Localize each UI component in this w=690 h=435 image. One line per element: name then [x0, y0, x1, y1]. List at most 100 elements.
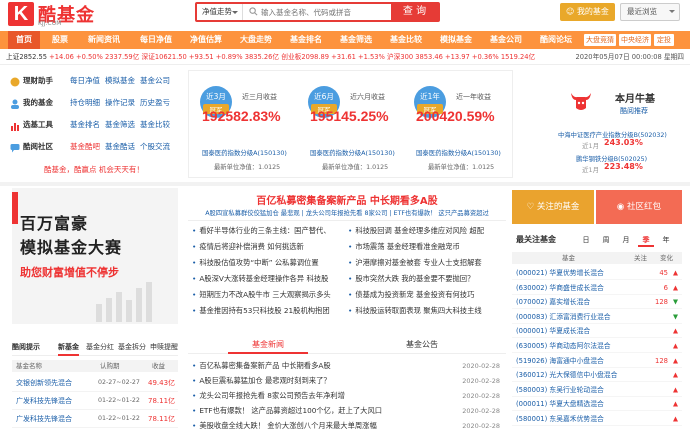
menu-link-daily-nav[interactable]: 每日净值: [70, 74, 100, 88]
tab-new-fund[interactable]: 新基金: [58, 340, 79, 356]
nav-item-simulate[interactable]: 模拟基金: [434, 31, 478, 49]
menu-link-companies[interactable]: 基金公司: [140, 74, 170, 88]
champion-1y[interactable]: 近1年 冠军 近一年收益 200420.59% 国泰医药指数分级A(150130)…: [406, 82, 516, 177]
rank-fund-name[interactable]: (360012) 光大保德信中小盘混合: [516, 368, 617, 382]
tab-fund-notice[interactable]: 基金公告: [382, 338, 462, 352]
menu-link-records[interactable]: 操作记录: [105, 96, 135, 110]
table-row[interactable]: 广发科技先锋混合 01-22~01-22 78.11亿: [12, 410, 178, 428]
rank-fund-name[interactable]: (000011) 华夏大盘精选混合: [516, 397, 604, 411]
news-row[interactable]: 百亿私募密集备案新产品 中长期看多A股 2020-02-28: [188, 359, 506, 373]
red-packet-button[interactable]: ◉ 社区红包: [596, 190, 682, 224]
news-row-title[interactable]: A股巨震私募猛加仓 最悲观时刻到来了？: [192, 374, 330, 388]
tab-split[interactable]: 基金拆分: [118, 340, 146, 354]
period-month[interactable]: 月: [618, 233, 634, 247]
search-input[interactable]: [261, 5, 371, 19]
rank-row[interactable]: (000001) 华夏成长混合: [512, 324, 682, 339]
news-row[interactable]: A股巨震私募猛加仓 最悲观时刻到来了？ 2020-02-28: [188, 374, 506, 388]
nav-item-home[interactable]: 首页: [8, 31, 40, 49]
news-row[interactable]: 美股收盘全线大跌！ 金价大涨创八个月来最大单周涨幅 2020-02-28: [188, 419, 506, 433]
rank-row[interactable]: (000083) 汇添富消费行业混合: [512, 310, 682, 324]
rank-fund-name[interactable]: (580003) 东吴行业轮动混合: [516, 383, 604, 397]
period-week[interactable]: 周: [598, 233, 614, 247]
rank-row[interactable]: (580001) 东吴嘉禾优势混合: [512, 412, 682, 426]
news-link[interactable]: 科技股运转取面表现 聚焦四大科技主线: [348, 306, 504, 316]
news-row-title[interactable]: ETF也有爆款！ 这产品募资超过100个亿，赶上了大风口: [192, 404, 382, 418]
site-logo[interactable]: K 酷基金 KJJ.COM: [8, 2, 108, 28]
menu-link-talk[interactable]: 基金酷话: [105, 140, 135, 154]
nav-item-estimate[interactable]: 净值估算: [184, 31, 228, 49]
rank-row[interactable]: (360012) 光大保德信中小盘混合: [512, 368, 682, 383]
rank-fund-name[interactable]: (630002) 华商盛世成长混合: [516, 281, 604, 295]
tab-fund-news[interactable]: 基金新闻: [228, 338, 308, 354]
news-link[interactable]: 股市突然大跌 我的基金要不要抛回？: [348, 274, 504, 284]
rank-row[interactable]: (519026) 海富通中小盘混合 128: [512, 354, 682, 368]
followed-funds-button[interactable]: ♡ 关注的基金: [512, 190, 594, 224]
menu-link-filter[interactable]: 基金筛选: [105, 118, 135, 132]
news-link[interactable]: A股深V大涨转基金经理操作各异 科技股: [192, 274, 342, 284]
news-link[interactable]: 科技股回调 基金经理多维应对风险 超配: [348, 226, 504, 236]
stat-fund[interactable]: 国泰医药指数分级A(150130): [310, 148, 395, 157]
rank-row[interactable]: (630002) 华商盛世成长混合 6: [512, 281, 682, 295]
nav-item-companies[interactable]: 基金公司: [484, 31, 528, 49]
menu-link-holdings[interactable]: 持仓明细: [70, 96, 100, 110]
nav-item-market[interactable]: 大盘走势: [234, 31, 278, 49]
search-button[interactable]: 查 询: [391, 4, 438, 20]
stat-fund[interactable]: 国泰医药指数分级A(150130): [202, 148, 287, 157]
menu-link-simulate[interactable]: 模拟基金: [105, 74, 135, 88]
economy-button[interactable]: 中央经济: [619, 34, 651, 46]
headline[interactable]: 百亿私募密集备案新产品 中长期看多A股: [188, 192, 506, 207]
news-link[interactable]: 看好半导体行业的三条主线：国产替代、: [192, 226, 342, 236]
nav-item-forum[interactable]: 酷阅论坛: [534, 31, 578, 49]
champion-6m[interactable]: 近6月 冠军 近六月收益 195145.25% 国泰医药指数分级A(150130)…: [300, 82, 410, 177]
news-link[interactable]: 科技股估值攻势“中断” 公私募调位置: [192, 258, 342, 268]
nav-item-daily-nav[interactable]: 每日净值: [134, 31, 178, 49]
rank-fund-name[interactable]: (630005) 华商动态阿尔法混合: [516, 339, 611, 353]
rank-fund-name[interactable]: (580001) 东吴嘉禾优势混合: [516, 412, 604, 426]
nav-item-compare[interactable]: 基金比较: [384, 31, 428, 49]
champion-3m[interactable]: 近3月 冠军 近三月收益 192582.83% 国泰医药指数分级A(150130)…: [192, 82, 302, 177]
row-name[interactable]: 广发科技先锋混合: [16, 392, 72, 410]
menu-link-stock-chat[interactable]: 个股交流: [140, 140, 170, 154]
menu-link-forum[interactable]: 基金酷吧: [70, 140, 100, 154]
news-link[interactable]: 短期压力不改A股牛市 三大观察揭示多头: [192, 290, 342, 300]
rank-row[interactable]: (630005) 华商动态阿尔法混合: [512, 339, 682, 353]
news-row-title[interactable]: 龙头公司年报抢先看 8家公司预告去年净利增: [192, 389, 345, 403]
rank-row[interactable]: (000021) 华夏优势增长混合 45: [512, 266, 682, 280]
news-link[interactable]: 市场震荡 基金经理看准金融宠币: [348, 242, 504, 252]
row-name[interactable]: 广发科技先锋混合: [16, 410, 72, 428]
rank-fund-name[interactable]: (000001) 华夏成长混合: [516, 324, 590, 338]
rank-fund-name[interactable]: (000083) 汇添富消费行业混合: [516, 310, 611, 324]
tab-dividend[interactable]: 基金分红: [86, 340, 114, 354]
menu-link-history[interactable]: 历史盈亏: [140, 96, 170, 110]
quiz-button[interactable]: 大盘竞猜: [584, 34, 616, 46]
rank-fund-name[interactable]: (000021) 华夏优势增长混合: [516, 266, 604, 280]
news-link[interactable]: 债基成为投资新宠 基金投资有何技巧: [348, 290, 504, 300]
menu-link-ranking[interactable]: 基金排名: [70, 118, 100, 132]
nav-item-stocks[interactable]: 股票: [46, 31, 74, 49]
menu-link-compare[interactable]: 基金比较: [140, 118, 170, 132]
auto-invest-button[interactable]: 定投: [654, 34, 674, 46]
rank-row[interactable]: (000011) 华夏大盘精选混合: [512, 397, 682, 412]
news-link[interactable]: 沪港摩擦对基金被套 专业人士支招解套: [348, 258, 504, 268]
tab-redeem[interactable]: 申赎提醒: [150, 340, 178, 354]
news-row-title[interactable]: 百亿私募密集备案新产品 中长期看多A股: [192, 359, 330, 373]
stat-fund[interactable]: 国泰医药指数分级A(150130): [416, 148, 501, 157]
table-row[interactable]: 交银创新领先混合 02-27~02-27 49.43亿: [12, 374, 178, 392]
my-fund-button[interactable]: ☺ 我的基金: [560, 3, 615, 21]
news-link[interactable]: 疫情后将迎补偿消费 如何挑选新: [192, 242, 342, 252]
news-row[interactable]: 龙头公司年报抢先看 8家公司预告去年净利增 2020-02-28: [188, 389, 506, 403]
period-quarter[interactable]: 季: [638, 233, 654, 247]
period-year[interactable]: 年: [658, 233, 674, 247]
rank-row[interactable]: (580003) 东吴行业轮动混合: [512, 383, 682, 397]
rank-row[interactable]: (070002) 嘉实增长混合 128: [512, 295, 682, 310]
nav-item-ranking[interactable]: 基金排名: [284, 31, 328, 49]
search-type-select[interactable]: 净值走势: [197, 4, 243, 20]
recent-dropdown[interactable]: 最近浏览: [620, 3, 680, 21]
nav-item-filter[interactable]: 基金筛选: [334, 31, 378, 49]
rank-fund-name[interactable]: (519026) 海富通中小盘混合: [516, 354, 604, 368]
news-link[interactable]: 基金推因持有53只科技股 21股机构抱团: [192, 306, 342, 316]
news-row-title[interactable]: 美股收盘全线大跌！ 金价大涨创八个月来最大单周涨幅: [192, 419, 376, 433]
rank-fund-name[interactable]: (070002) 嘉实增长混合: [516, 295, 590, 309]
sub-headlines[interactable]: A股四宣私募群佼佼猛加仓 最悲观 | 龙头公司年报抢先看 8家公司 | ETF也…: [188, 208, 506, 217]
promo-banner[interactable]: 百万富豪 模拟基金大赛 助您财富增值不停步: [12, 188, 178, 324]
